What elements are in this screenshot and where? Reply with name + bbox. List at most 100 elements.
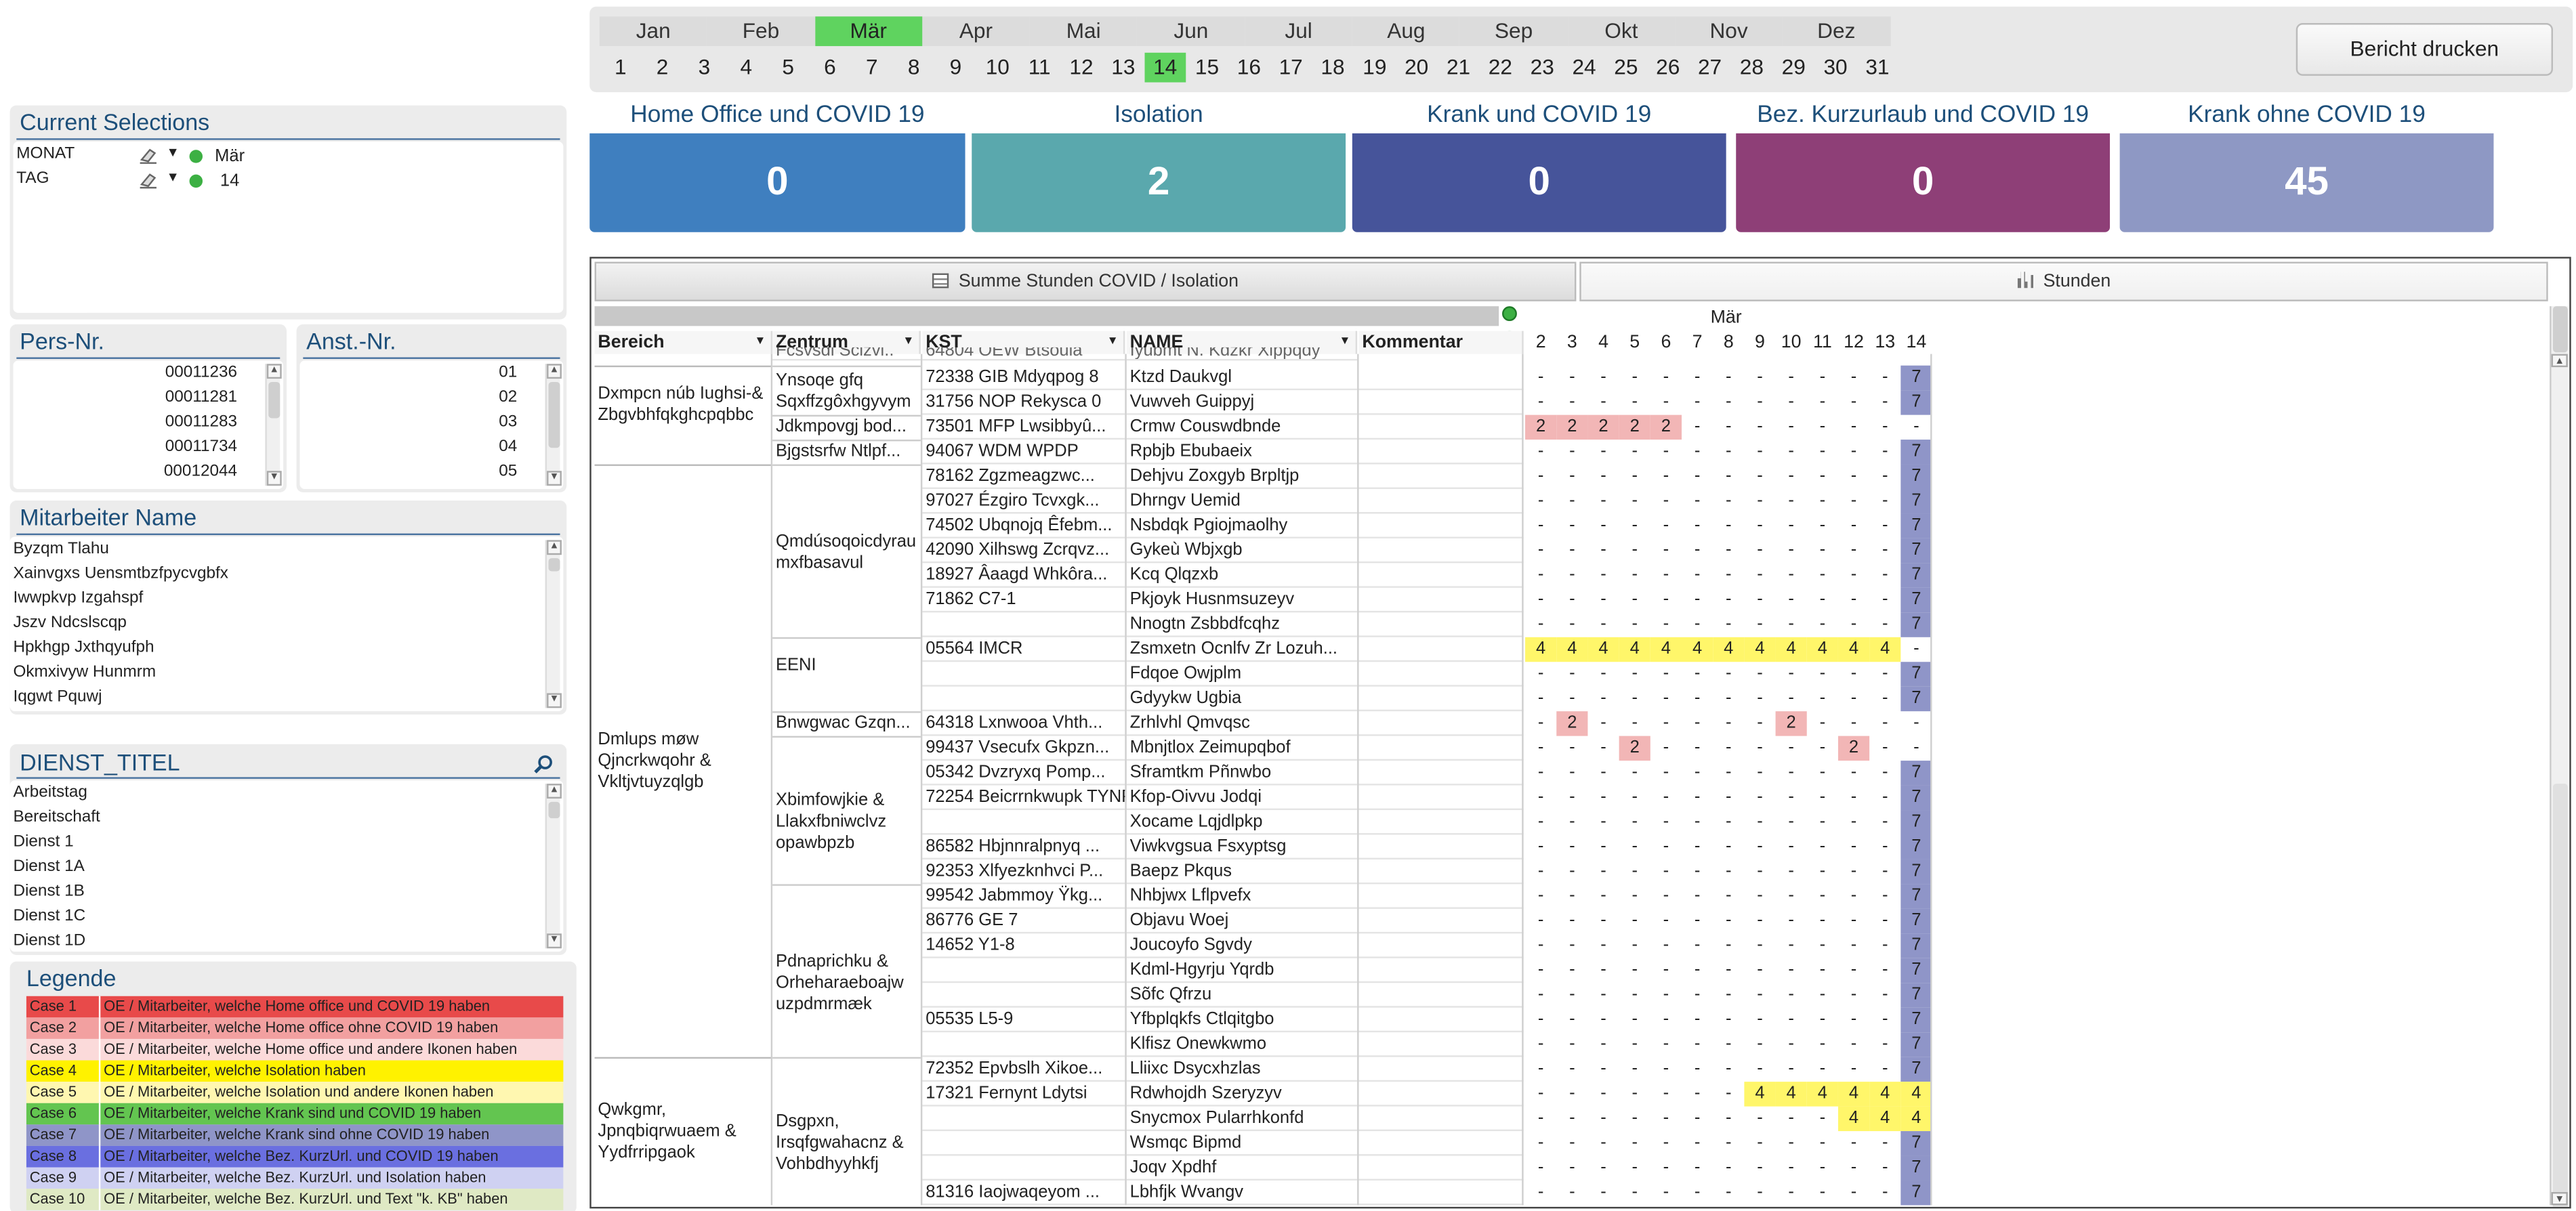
- day-4[interactable]: 4: [725, 53, 767, 83]
- day-18[interactable]: 18: [1312, 53, 1354, 83]
- list-item[interactable]: Dienst 1A: [10, 855, 544, 879]
- list-item[interactable]: Bereitschaft: [10, 805, 544, 830]
- tab-stunden[interactable]: Stunden: [1579, 261, 2548, 301]
- dienst-list[interactable]: Arbeitstag Bereitschaft Dienst 1 Dienst 1A D…: [9, 780, 564, 952]
- table-cell-name[interactable]: Objavu Woej: [1126, 909, 1358, 934]
- day-1[interactable]: 1: [600, 53, 642, 83]
- tab-covid-isolation[interactable]: Summe Stunden COVID / Isolation: [594, 261, 1577, 301]
- kpi-value[interactable]: 0: [1352, 133, 1726, 232]
- day-17[interactable]: 17: [1270, 53, 1312, 83]
- month-7[interactable]: Jul: [1245, 16, 1352, 47]
- month-10[interactable]: Okt: [1567, 16, 1676, 47]
- day-28[interactable]: 28: [1730, 53, 1772, 83]
- scrollbar[interactable]: ▲ ▼: [545, 364, 562, 486]
- kommentar-header[interactable]: Kommentar: [1358, 331, 1524, 354]
- list-item[interactable]: Iqgwt Pquwj: [10, 685, 544, 709]
- table-cell-name[interactable]: Klfisz Onewkwmo: [1126, 1032, 1358, 1057]
- day-11[interactable]: 11: [1018, 53, 1060, 83]
- month-2[interactable]: Feb: [707, 16, 815, 47]
- mitarbeiter-list[interactable]: Byzqm Tlahu Xainvgxs Uensmtbzfpycvgbfx Iww…: [9, 536, 564, 712]
- table-cell-name[interactable]: Baepz Pkqus: [1126, 859, 1358, 885]
- list-item[interactable]: 01: [299, 360, 543, 385]
- day-27[interactable]: 27: [1689, 53, 1731, 83]
- day-30[interactable]: 30: [1814, 53, 1856, 83]
- table-cell-name[interactable]: Dehjvu Zoxgyb Brpltjp: [1126, 465, 1358, 489]
- scroll-down-icon[interactable]: ▼: [2551, 1192, 2568, 1206]
- day-15[interactable]: 15: [1186, 53, 1228, 83]
- day-29[interactable]: 29: [1772, 53, 1814, 83]
- month-4[interactable]: Apr: [922, 16, 1030, 47]
- pers-nr-list[interactable]: 00011236 00011281 00011283 00011734 00012044…: [13, 360, 284, 489]
- table-cell-name[interactable]: Dhrngv Uemid: [1126, 489, 1358, 514]
- scroll-thumb[interactable]: [268, 381, 281, 419]
- list-item[interactable]: Dienst 1C: [10, 904, 544, 929]
- list-item[interactable]: Xainvgxs Uensmtbzfpycvgbfx: [10, 561, 544, 586]
- scroll-thumb[interactable]: [2552, 784, 2568, 1207]
- table-cell-name[interactable]: Sõfc Qfrzu: [1126, 983, 1358, 1008]
- list-item[interactable]: Iwwpkvp Izgahspf: [10, 586, 544, 610]
- day-7[interactable]: 7: [851, 53, 893, 83]
- bereich-header[interactable]: Bereich ▼: [594, 331, 773, 354]
- table-cell-name[interactable]: Mbnjtlox Zeimupqbof: [1126, 736, 1358, 761]
- table-scrollbar[interactable]: ▲ ▼: [2550, 306, 2568, 1207]
- print-report-button[interactable]: Bericht drucken: [2295, 23, 2553, 76]
- day-16[interactable]: 16: [1228, 53, 1270, 83]
- month-3[interactable]: Mär: [814, 16, 923, 47]
- month-9[interactable]: Sep: [1459, 16, 1568, 47]
- eraser-icon[interactable]: [138, 171, 158, 190]
- table-cell-name[interactable]: Pkjoyk Husnmsuzeyv: [1126, 588, 1358, 613]
- month-5[interactable]: Mai: [1029, 16, 1138, 47]
- scroll-thumb[interactable]: [2552, 306, 2568, 353]
- day-3[interactable]: 3: [684, 53, 726, 83]
- chevron-down-icon[interactable]: ▼: [167, 145, 180, 160]
- table-cell-name[interactable]: Viwkvgsua Fsxyptsg: [1126, 834, 1358, 859]
- list-item[interactable]: 00011236: [13, 360, 264, 385]
- list-item[interactable]: 02: [299, 385, 543, 410]
- day-10[interactable]: 10: [976, 53, 1018, 83]
- scrollbar[interactable]: ▲ ▼: [545, 784, 562, 949]
- kpi-value[interactable]: 2: [972, 133, 1346, 232]
- table-cell-name[interactable]: Kfop-Oivvu Jodqi: [1126, 786, 1358, 811]
- chevron-down-icon[interactable]: ▼: [755, 331, 766, 354]
- scroll-thumb[interactable]: [548, 381, 560, 448]
- scrollbar[interactable]: ▲ ▼: [545, 540, 562, 708]
- scroll-up-icon[interactable]: ▲: [2551, 354, 2568, 368]
- table-cell-name[interactable]: Crmw Couswdbnde: [1126, 415, 1358, 440]
- table-cell-name[interactable]: Ktzd Daukvgl: [1126, 366, 1358, 391]
- table-cell-name[interactable]: Lbhfjk Wvangv: [1126, 1181, 1358, 1206]
- table-cell-name[interactable]: Gdyykw Ugbia: [1126, 687, 1358, 712]
- list-item[interactable]: Jszv Ndcslscqp: [10, 611, 544, 635]
- table-cell-name[interactable]: Snycmox Pularrhkonfd: [1126, 1107, 1358, 1132]
- table-cell-name[interactable]: Wsmqc Bipmd: [1126, 1131, 1358, 1156]
- kpi-value[interactable]: 0: [1736, 133, 2111, 232]
- list-item[interactable]: 00011281: [13, 385, 264, 410]
- day-12[interactable]: 12: [1060, 53, 1102, 83]
- anst-nr-list[interactable]: 01 02 03 04 05 ▲ ▼: [299, 360, 564, 489]
- day-5[interactable]: 5: [767, 53, 809, 83]
- month-8[interactable]: Aug: [1352, 16, 1460, 47]
- table-cell-name[interactable]: Vuwveh Guippyj: [1126, 390, 1358, 415]
- kpi-value[interactable]: 0: [589, 133, 965, 232]
- list-item[interactable]: 00012044: [13, 459, 264, 484]
- day-6[interactable]: 6: [809, 53, 851, 83]
- day-14[interactable]: 14: [1144, 52, 1186, 83]
- scroll-down-icon[interactable]: ▼: [547, 933, 562, 949]
- selection-row-tag[interactable]: TAG ▼ 14: [16, 169, 543, 192]
- day-22[interactable]: 22: [1479, 53, 1521, 83]
- scroll-up-icon[interactable]: ▲: [547, 784, 562, 799]
- table-cell-name[interactable]: Fdqoe Owjplm: [1126, 662, 1358, 687]
- month-12[interactable]: Dez: [1782, 16, 1890, 47]
- day-25[interactable]: 25: [1605, 53, 1647, 83]
- table-cell-name[interactable]: Kdml-Hgyrju Yqrdb: [1126, 958, 1358, 983]
- selection-row-monat[interactable]: MONAT ▼ Mär: [16, 145, 543, 168]
- table-cell-name[interactable]: Nsbdqk Pgiojmaolhy: [1126, 513, 1358, 538]
- day-31[interactable]: 31: [1856, 53, 1898, 83]
- month-1[interactable]: Jan: [599, 16, 707, 47]
- table-cell-name[interactable]: Rdwhojdh Szeryzyv: [1126, 1082, 1358, 1107]
- table-cell-name[interactable]: Joucoyfo Sgvdy: [1126, 933, 1358, 958]
- kpi-value[interactable]: 45: [2119, 133, 2494, 232]
- day-26[interactable]: 26: [1647, 53, 1689, 83]
- month-11[interactable]: Nov: [1675, 16, 1783, 47]
- table-cell-name[interactable]: Gykeù Wbjxgb: [1126, 538, 1358, 564]
- table-cell-name[interactable]: Nnogtn Zsbbdfcqhz: [1126, 612, 1358, 637]
